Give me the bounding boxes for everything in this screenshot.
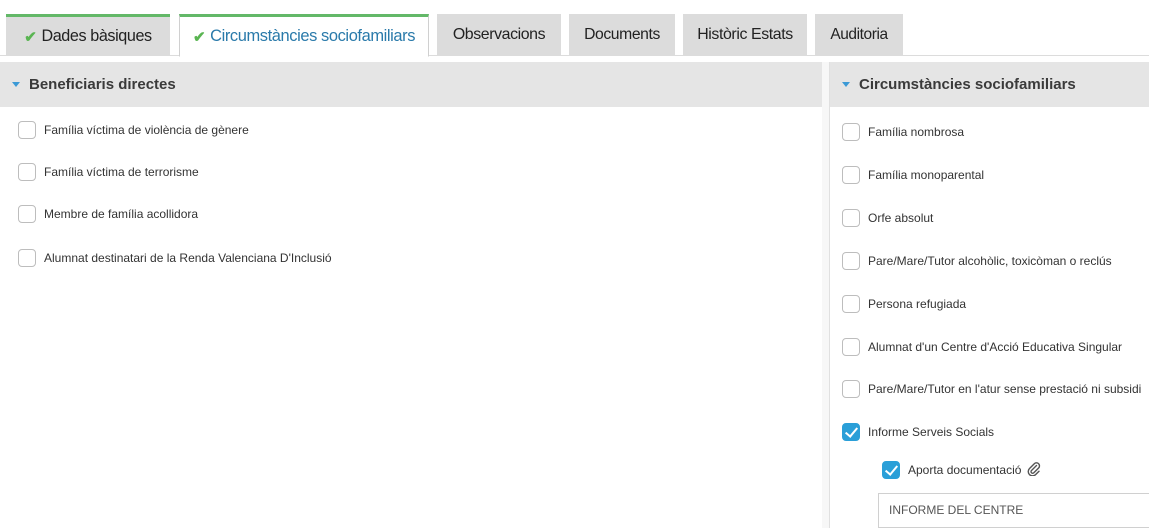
checkbox-box[interactable] xyxy=(842,123,860,141)
paperclip-icon[interactable] xyxy=(1027,461,1041,479)
tab-label: Observacions xyxy=(452,26,546,43)
tab-label: Històric Estats xyxy=(697,26,793,43)
checkbox-box[interactable] xyxy=(18,205,36,223)
checkbox-label: Família monoparental xyxy=(868,168,985,182)
checkbox-label: Informe Serveis Socials xyxy=(868,425,995,439)
checkbox-box[interactable] xyxy=(842,295,860,313)
checkbox-tutor-alcoholic[interactable]: Pare/Mare/Tutor alcohòlic, toxicòman o r… xyxy=(842,252,1112,270)
checkbox-label: Persona refugiada xyxy=(868,297,967,311)
checkbox-label: Pare/Mare/Tutor alcohòlic, toxicòman o r… xyxy=(868,254,1112,268)
checkbox-box[interactable] xyxy=(842,380,860,398)
checkbox-label: Família nombrosa xyxy=(868,125,965,139)
text-field-value: INFORME DEL CENTRE xyxy=(889,503,1024,517)
tab-label: Circumstàncies sociofamiliars xyxy=(210,27,416,45)
checkbox-aporta-documentacio[interactable]: Aporta documentació xyxy=(882,461,1041,479)
checkbox-tutor-atur[interactable]: Pare/Mare/Tutor en l'atur sense prestaci… xyxy=(842,380,1141,398)
panel-title: Circumstàncies sociofamiliars xyxy=(859,76,1076,93)
checkbox-box-checked[interactable] xyxy=(842,423,860,441)
checkbox-box[interactable] xyxy=(842,252,860,270)
panel-title: Beneficiaris directes xyxy=(29,76,176,93)
checkbox-box[interactable] xyxy=(842,338,860,356)
checkbox-familia-monoparental[interactable]: Família monoparental xyxy=(842,166,984,184)
informe-text-field[interactable]: INFORME DEL CENTRE xyxy=(878,493,1149,528)
panel-header[interactable]: Circumstàncies sociofamiliars xyxy=(830,62,1149,107)
tab-documents[interactable]: Documents xyxy=(569,14,675,56)
checkbox-familia-nombrosa[interactable]: Família nombrosa xyxy=(842,123,964,141)
panel-beneficiaris-directes: Beneficiaris directes Família víctima de… xyxy=(0,62,822,528)
checkbox-familia-acollidora[interactable]: Membre de família acollidora xyxy=(18,205,198,223)
panel-header[interactable]: Beneficiaris directes xyxy=(0,62,822,107)
checkbox-violencia-genere[interactable]: Família víctima de violència de gènere xyxy=(18,121,249,139)
tab-label: Dades bàsiques xyxy=(41,27,152,45)
checkbox-box[interactable] xyxy=(842,166,860,184)
checkbox-persona-refugiada[interactable]: Persona refugiada xyxy=(842,295,966,313)
checkbox-terrorisme[interactable]: Família víctima de terrorisme xyxy=(18,163,199,181)
caret-down-icon xyxy=(842,82,850,87)
checkbox-informe-serveis-socials[interactable]: Informe Serveis Socials xyxy=(842,423,994,441)
checkbox-renda-valenciana[interactable]: Alumnat destinatari de la Renda Valencia… xyxy=(18,249,332,267)
tab-historic-estats[interactable]: Històric Estats xyxy=(683,14,807,56)
checkbox-box-checked[interactable] xyxy=(882,461,900,479)
checkbox-box[interactable] xyxy=(18,163,36,181)
tab-dades-basiques[interactable]: ✔ Dades bàsiques xyxy=(6,14,170,56)
checkbox-box[interactable] xyxy=(842,209,860,227)
checkbox-centre-accio-educativa[interactable]: Alumnat d'un Centre d'Acció Educativa Si… xyxy=(842,338,1122,356)
tab-bar: ✔ Dades bàsiques ✔ Circumstàncies sociof… xyxy=(0,0,1149,57)
panel-divider xyxy=(822,62,829,528)
tab-label: Auditoria xyxy=(830,26,888,43)
checkbox-label: Família víctima de violència de gènere xyxy=(44,123,249,137)
tab-label: Documents xyxy=(584,26,660,43)
checkbox-label: Alumnat d'un Centre d'Acció Educativa Si… xyxy=(868,340,1123,354)
caret-down-icon xyxy=(12,82,20,87)
checkbox-label: Aporta documentació xyxy=(908,463,1022,477)
tab-observacions[interactable]: Observacions xyxy=(437,14,561,56)
checkbox-label: Pare/Mare/Tutor en l'atur sense prestaci… xyxy=(868,382,1142,396)
paperclip-svg xyxy=(1027,461,1041,477)
checkbox-label: Orfe absolut xyxy=(868,211,934,225)
checkbox-orfe-absolut[interactable]: Orfe absolut xyxy=(842,209,933,227)
check-icon: ✔ xyxy=(24,28,37,46)
checkbox-label: Família víctima de terrorisme xyxy=(44,165,199,179)
checkbox-box[interactable] xyxy=(18,249,36,267)
tab-circumstancies[interactable]: ✔ Circumstàncies sociofamiliars xyxy=(179,14,429,57)
checkbox-label: Alumnat destinatari de la Renda Valencia… xyxy=(44,251,332,265)
check-icon: ✔ xyxy=(192,28,206,46)
panel-circumstancies-sociofamiliars: Circumstàncies sociofamiliars Família no… xyxy=(829,62,1149,528)
checkbox-label: Membre de família acollidora xyxy=(44,207,199,221)
tab-auditoria[interactable]: Auditoria xyxy=(815,14,903,56)
checkbox-box[interactable] xyxy=(18,121,36,139)
